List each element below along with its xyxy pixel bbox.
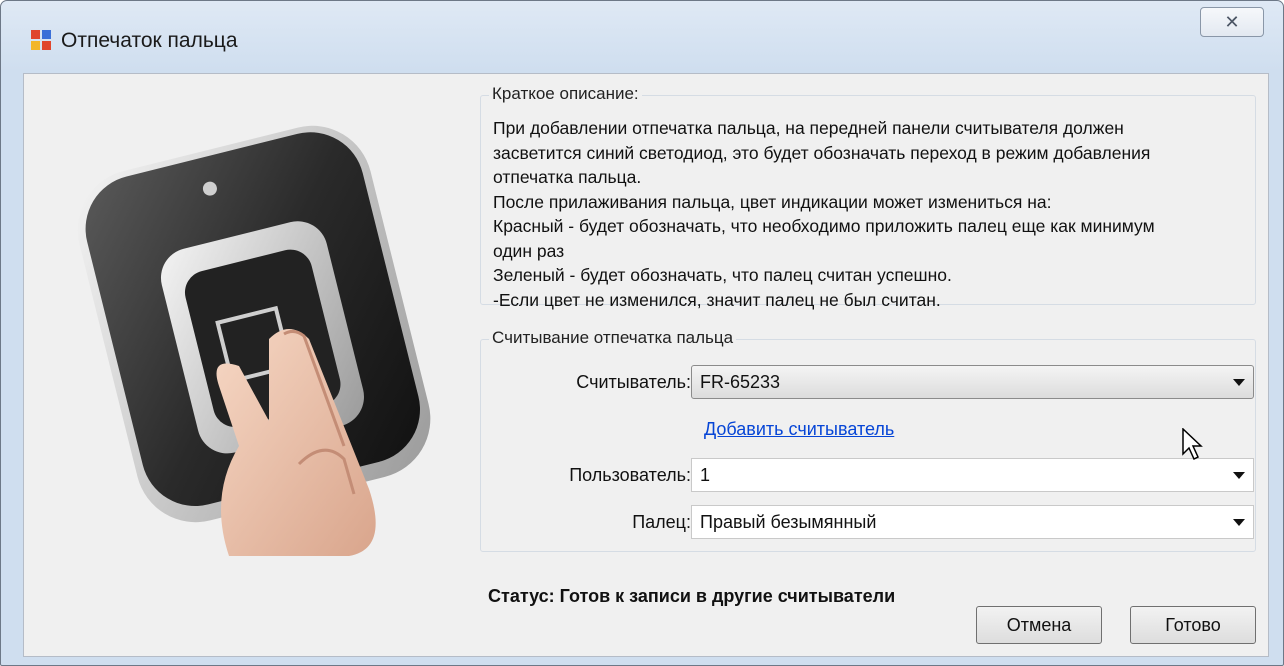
- user-label: Пользователь:: [569, 465, 691, 485]
- done-button[interactable]: Готово: [1130, 606, 1256, 644]
- description-group: Краткое описание: При добавлении отпечат…: [480, 84, 1256, 310]
- cancel-button[interactable]: Отмена: [976, 606, 1102, 644]
- user-value: 1: [700, 465, 711, 485]
- chevron-down-icon: [1233, 379, 1245, 386]
- add-reader-link[interactable]: Добавить считыватель: [704, 419, 894, 440]
- window-title: Отпечаток пальца: [61, 29, 238, 52]
- fingerprint-reader-illustration: [77, 125, 431, 556]
- dialog-client-area: Краткое описание: При добавлении отпечат…: [23, 73, 1269, 657]
- chevron-down-icon: [1233, 472, 1245, 479]
- dialog-window: Отпечаток пальца ✕ Краткое описание: При…: [0, 0, 1284, 666]
- description-text: При добавлении отпечатка пальца, на пере…: [493, 118, 1155, 310]
- reading-group: Считывание отпечатка пальца Считыватель:…: [480, 328, 1256, 552]
- status-text: Статус: Готов к записи в другие считыват…: [488, 586, 896, 606]
- close-button[interactable]: ✕: [1200, 7, 1264, 37]
- reading-legend: Считывание отпечатка пальца: [489, 328, 737, 348]
- finger-combo[interactable]: Правый безымянный: [691, 505, 1254, 539]
- reader-value: FR-65233: [700, 372, 781, 392]
- close-icon: ✕: [1224, 12, 1240, 32]
- user-combo[interactable]: 1: [691, 458, 1254, 492]
- reader-select[interactable]: FR-65233: [691, 365, 1254, 399]
- finger-label: Палец:: [632, 512, 691, 532]
- description-legend: Краткое описание:: [489, 84, 642, 104]
- app-icon: [31, 30, 51, 50]
- title-bar[interactable]: Отпечаток пальца ✕: [1, 1, 1283, 71]
- reader-label: Считыватель:: [576, 372, 691, 392]
- mouse-pointer-icon: [1182, 428, 1203, 461]
- finger-value: Правый безымянный: [700, 512, 877, 532]
- chevron-down-icon: [1233, 519, 1245, 526]
